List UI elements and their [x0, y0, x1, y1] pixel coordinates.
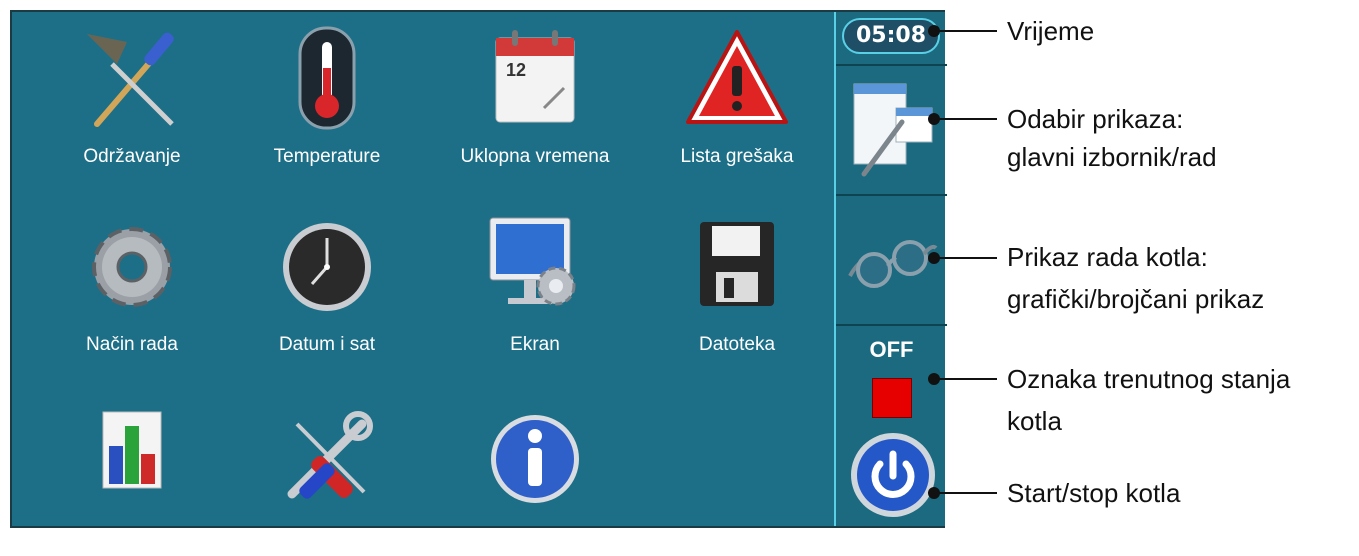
callout-state-1: Oznaka trenutnog stanja — [1007, 364, 1291, 394]
callout-state-2: kotla — [1007, 406, 1062, 436]
callout-view-2: glavni izbornik/rad — [1007, 142, 1217, 172]
callout-view-1: Odabir prikaza: — [1007, 104, 1184, 134]
callout-start: Start/stop kotla — [1007, 478, 1181, 508]
callout-mode-1: Prikaz rada kotla: — [1007, 242, 1208, 272]
callout-mode-2: grafički/brojčani prikaz — [1007, 284, 1265, 314]
callout-time: Vrijeme — [1007, 16, 1095, 46]
